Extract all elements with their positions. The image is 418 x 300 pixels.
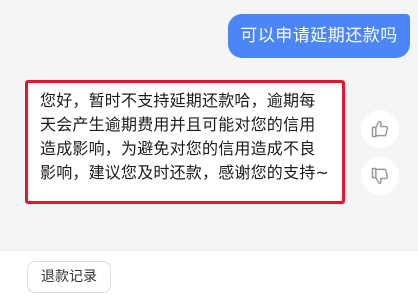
chat-area: 可以申请延期还款吗 您好，暂时不支持延期还款哈，逾期每 天会产生逾期费用并且可能… [0, 0, 418, 250]
bot-message-row: 您好，暂时不支持延期还款哈，逾期每 天会产生逾期费用并且可能对您的信用 造成影响… [0, 76, 418, 210]
bot-message-line: 天会产生逾期费用并且可能对您的信用 [40, 115, 316, 134]
user-message-bubble: 可以申请延期还款吗 [228, 14, 410, 58]
bot-message-line: 影响，建议您及时还款，感谢您的支持~ [40, 163, 330, 182]
thumbs-down-icon [371, 167, 389, 185]
refund-records-chip[interactable]: 退款记录 [27, 261, 111, 293]
bot-message-line: 造成影响，为避免对您的信用造成不良 [40, 139, 316, 158]
quick-reply-bar: 退款记录 [0, 250, 418, 300]
thumbs-up-icon [371, 120, 389, 138]
bot-message-line: 您好，暂时不支持延期还款哈，逾期每 [40, 91, 316, 110]
dislike-button[interactable] [361, 157, 399, 195]
bot-message-bubble: 您好，暂时不支持延期还款哈，逾期每 天会产生逾期费用并且可能对您的信用 造成影响… [25, 80, 345, 204]
like-button[interactable] [361, 110, 399, 148]
